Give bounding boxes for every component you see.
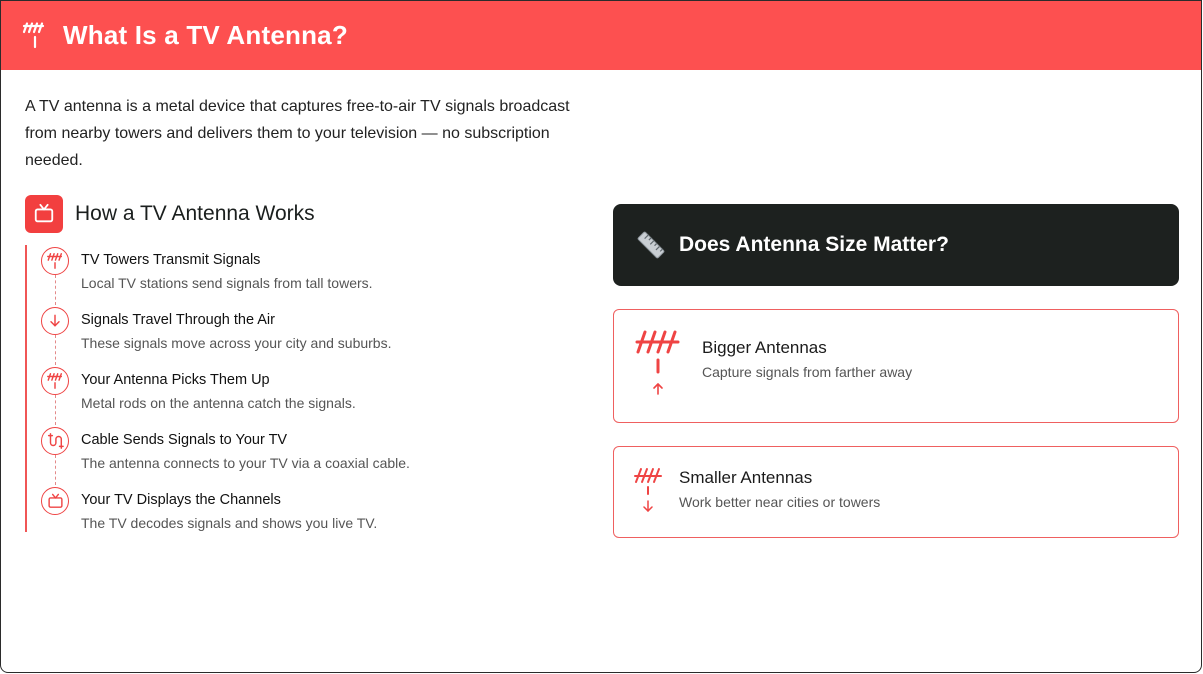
step-description: These signals move across your city and … xyxy=(81,335,392,351)
antenna-icon xyxy=(41,367,69,395)
list-item: Signals Travel Through the Air These sig… xyxy=(41,307,391,352)
smaller-title: Smaller Antennas xyxy=(679,468,813,487)
page-title: What Is a TV Antenna? xyxy=(63,20,348,50)
ruler-icon xyxy=(637,231,665,259)
smaller-antennas-card: Smaller Antennas Work better near cities… xyxy=(613,446,1179,538)
arrow-down-icon xyxy=(41,307,69,335)
list-item: Your Antenna Picks Them Up Metal rods on… xyxy=(41,367,356,412)
size-title: Does Antenna Size Matter? xyxy=(679,233,949,256)
works-heading: How a TV Antenna Works xyxy=(25,195,315,233)
page-header: What Is a TV Antenna? xyxy=(1,1,1201,70)
size-heading-card: Does Antenna Size Matter? xyxy=(613,204,1179,286)
step-title: Your Antenna Picks Them Up xyxy=(81,372,270,388)
tv-icon xyxy=(25,195,63,233)
step-description: The antenna connects to your TV via a co… xyxy=(81,455,410,471)
tv-icon xyxy=(41,487,69,515)
bigger-description: Capture signals from farther away xyxy=(702,364,913,380)
step-description: The TV decodes signals and shows you liv… xyxy=(81,515,378,531)
page-frame: What Is a TV Antenna? A TV antenna is a … xyxy=(0,0,1202,673)
step-title: TV Towers Transmit Signals xyxy=(81,252,261,268)
intro-text: A TV antenna is a metal device that capt… xyxy=(25,98,570,169)
bigger-antennas-card: Bigger Antennas Capture signals from far… xyxy=(613,309,1179,423)
steps-list: TV Towers Transmit Signals Local TV stat… xyxy=(25,245,585,532)
list-item: Cable Sends Signals to Your TV The anten… xyxy=(41,427,410,472)
smaller-description: Work better near cities or towers xyxy=(679,494,881,510)
list-item: TV Towers Transmit Signals Local TV stat… xyxy=(41,247,373,292)
antenna-up-icon xyxy=(635,330,680,395)
step-title: Cable Sends Signals to Your TV xyxy=(81,432,288,448)
works-title: How a TV Antenna Works xyxy=(75,202,315,225)
bigger-title: Bigger Antennas xyxy=(702,338,827,357)
step-description: Metal rods on the antenna catch the sign… xyxy=(81,395,356,411)
list-item: Your TV Displays the Channels The TV dec… xyxy=(41,487,377,532)
antenna-down-icon xyxy=(634,468,662,512)
step-title: Your TV Displays the Channels xyxy=(81,492,281,508)
step-title: Signals Travel Through the Air xyxy=(81,312,275,328)
step-description: Local TV stations send signals from tall… xyxy=(81,275,373,291)
antenna-icon xyxy=(22,21,45,48)
antenna-icon xyxy=(41,247,69,275)
cable-icon xyxy=(41,427,69,455)
